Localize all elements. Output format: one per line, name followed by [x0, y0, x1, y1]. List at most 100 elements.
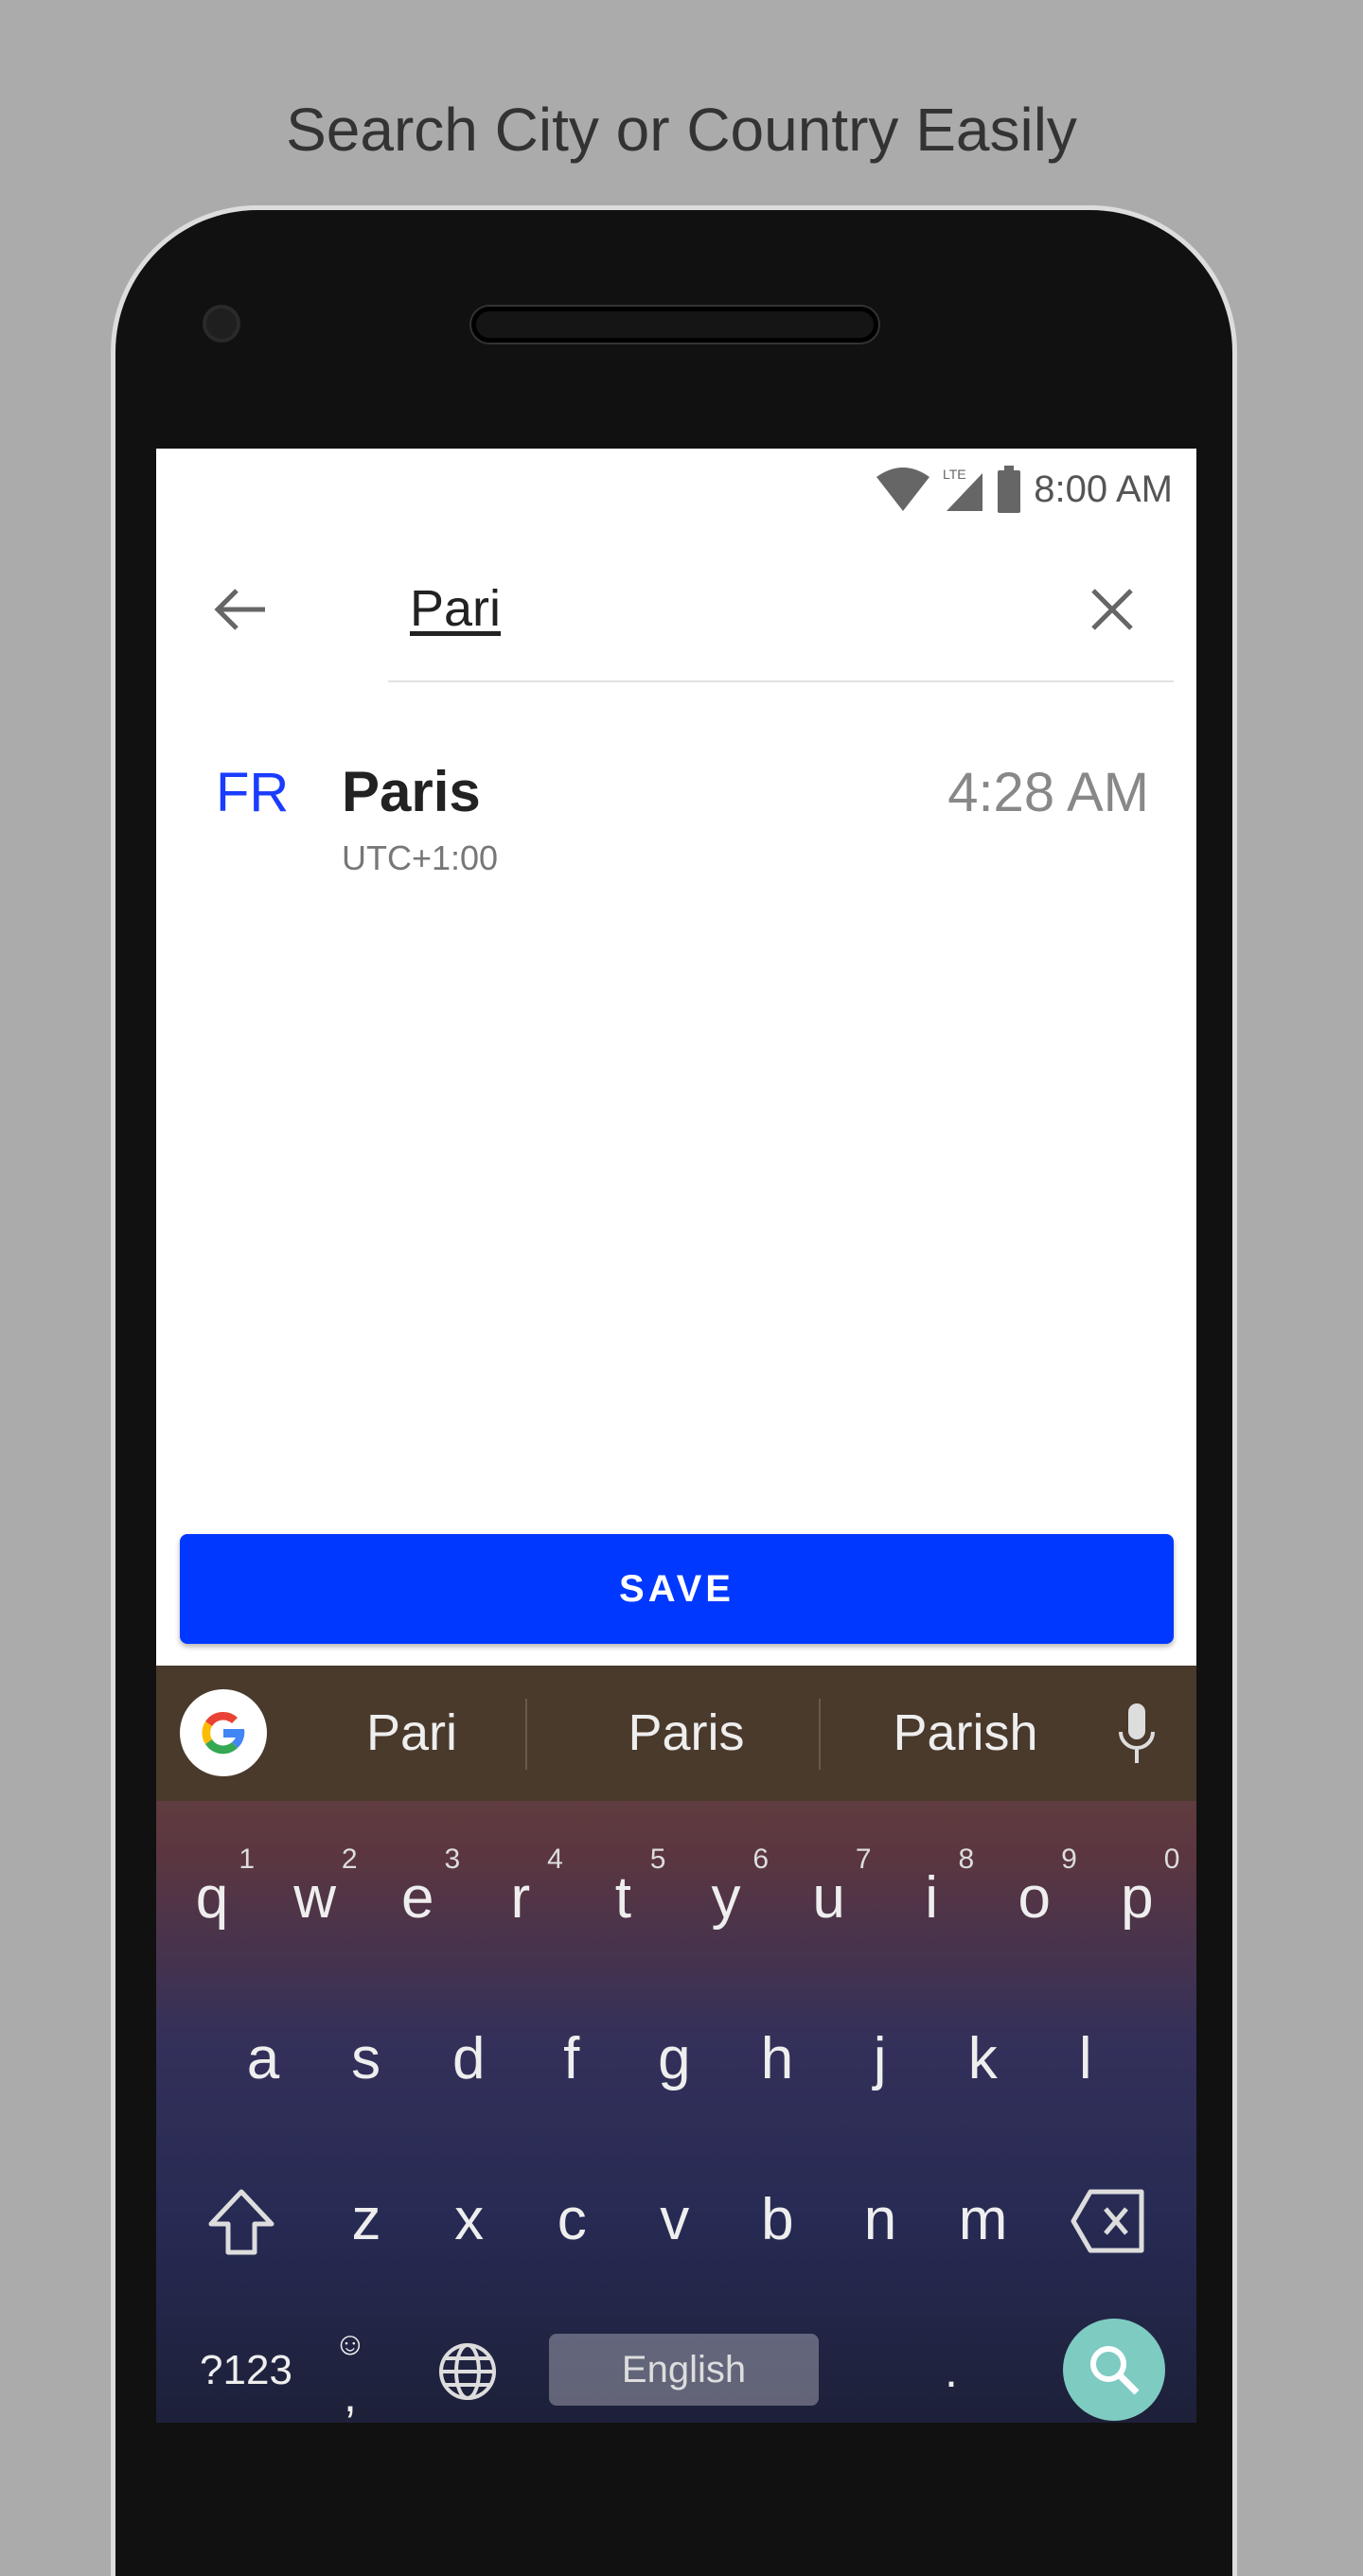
key-label: j	[873, 2025, 887, 2091]
key-label: d	[451, 2025, 486, 2091]
key[interactable]: t5	[571, 1826, 675, 1968]
close-icon[interactable]	[1084, 581, 1141, 638]
arrow-left-icon[interactable]	[208, 576, 274, 643]
comma-label: ,	[344, 2369, 357, 2422]
key-hint: 5	[649, 1844, 666, 1875]
key[interactable]: r4	[469, 1826, 573, 1968]
key-label: h	[760, 2025, 794, 2091]
save-button[interactable]: SAVE	[180, 1534, 1174, 1644]
search-key[interactable]	[1063, 2319, 1165, 2421]
key[interactable]: y6	[674, 1826, 778, 1968]
headline: Search City or Country Easily	[286, 96, 1077, 164]
local-time: 4:28 AM	[947, 762, 1149, 823]
suggestion-3[interactable]: Parish	[833, 1703, 1098, 1762]
key[interactable]: m	[931, 2148, 1036, 2290]
key[interactable]: l	[1034, 1987, 1138, 2129]
app-screen: LTE 8:00 AM Pari FR Paris 4:28 AM UTC+1:…	[156, 449, 1196, 2423]
suggestion-bar: Pari Paris Parish	[156, 1666, 1196, 1801]
battery-icon	[998, 466, 1021, 513]
key[interactable]: h	[725, 1987, 829, 2129]
key-hint: 6	[752, 1844, 769, 1875]
key[interactable]: c	[520, 2148, 624, 2290]
phone-camera	[203, 305, 240, 343]
backspace-icon[interactable]	[1070, 2188, 1147, 2254]
cell-signal-icon: LTE	[943, 467, 983, 511]
key[interactable]: e3	[365, 1826, 469, 1968]
key[interactable]: b	[725, 2148, 829, 2290]
key-hint: 1	[239, 1844, 255, 1875]
utc-offset: UTC+1:00	[342, 838, 499, 877]
suggestion-2[interactable]: Paris	[554, 1703, 819, 1762]
key-label: a	[246, 2025, 280, 2091]
key-label: n	[863, 2186, 897, 2252]
key-label: m	[958, 2186, 1008, 2252]
comma-key[interactable]: ☺,	[317, 2300, 383, 2423]
key-label: w	[293, 1864, 336, 1931]
period-key[interactable]: .	[932, 2300, 970, 2423]
lte-label: LTE	[943, 467, 966, 482]
key-hint: 3	[444, 1844, 461, 1875]
search-divider	[388, 680, 1174, 682]
country-code: FR	[216, 762, 290, 823]
key[interactable]: q1	[160, 1826, 264, 1968]
symbols-key[interactable]: ?123	[185, 2300, 308, 2423]
key[interactable]: g	[622, 1987, 726, 2129]
key[interactable]: s	[314, 1987, 418, 2129]
key[interactable]: z	[314, 2148, 418, 2290]
key-label: u	[812, 1864, 845, 1931]
key-label: b	[761, 2186, 794, 2252]
key-hint: 2	[341, 1844, 358, 1875]
keyboard: Pari Paris Parish q1w2e3r4t5y6u7i8o9p0 a…	[156, 1666, 1196, 2423]
key[interactable]: x	[417, 2148, 522, 2290]
key-label: z	[351, 2186, 381, 2252]
status-time: 8:00 AM	[1034, 468, 1173, 510]
key-label: r	[510, 1864, 531, 1931]
key-row-1: q1w2e3r4t5y6u7i8o9p0	[156, 1826, 1196, 1968]
key[interactable]: u7	[777, 1826, 881, 1968]
key-label: p	[1121, 1864, 1154, 1931]
key[interactable]: j	[828, 1987, 932, 2129]
search-input[interactable]: Pari	[410, 579, 501, 638]
key[interactable]: n	[828, 2148, 932, 2290]
key-label: t	[614, 1864, 631, 1931]
google-icon[interactable]	[180, 1689, 267, 1776]
suggestion-1[interactable]: Pari	[279, 1703, 544, 1762]
globe-icon[interactable]	[437, 2341, 498, 2402]
key-label: v	[660, 2186, 690, 2252]
key-label: c	[557, 2186, 587, 2252]
key-hint: 0	[1163, 1844, 1180, 1875]
key-label: g	[658, 2025, 691, 2091]
status-bar: LTE 8:00 AM	[876, 466, 1173, 513]
key[interactable]: a	[211, 1987, 315, 2129]
key-row-4: ?123 ☺, English .	[156, 2300, 1196, 2423]
key-label: y	[711, 1864, 741, 1931]
key-label: s	[351, 2025, 381, 2091]
phone-speaker	[471, 307, 878, 343]
key-label: q	[195, 1864, 229, 1931]
key[interactable]: i8	[879, 1826, 983, 1968]
key-hint: 8	[958, 1844, 975, 1875]
key-label: k	[967, 2025, 998, 2091]
key[interactable]: o9	[982, 1826, 1087, 1968]
key-label: e	[400, 1864, 434, 1931]
wifi-icon	[876, 468, 930, 511]
space-bar[interactable]: English	[549, 2334, 819, 2406]
separator	[819, 1699, 821, 1770]
key[interactable]: k	[930, 1987, 1035, 2129]
search-icon	[1090, 2346, 1140, 2395]
key-hint: 7	[855, 1844, 872, 1875]
shift-icon[interactable]	[205, 2186, 277, 2258]
key-label: x	[454, 2186, 485, 2252]
key-label: o	[1018, 1864, 1052, 1931]
key[interactable]: d	[416, 1987, 521, 2129]
key[interactable]: v	[623, 2148, 727, 2290]
key[interactable]: p0	[1085, 1826, 1189, 1968]
key-hint: 9	[1061, 1844, 1077, 1875]
key[interactable]: w2	[263, 1826, 367, 1968]
key[interactable]: f	[520, 1987, 624, 2129]
microphone-icon[interactable]	[1117, 1703, 1157, 1766]
key-label: i	[925, 1864, 939, 1931]
emoji-icon: ☺	[333, 2326, 367, 2362]
city-name: Paris	[342, 760, 481, 823]
key-label: f	[563, 2025, 580, 2091]
